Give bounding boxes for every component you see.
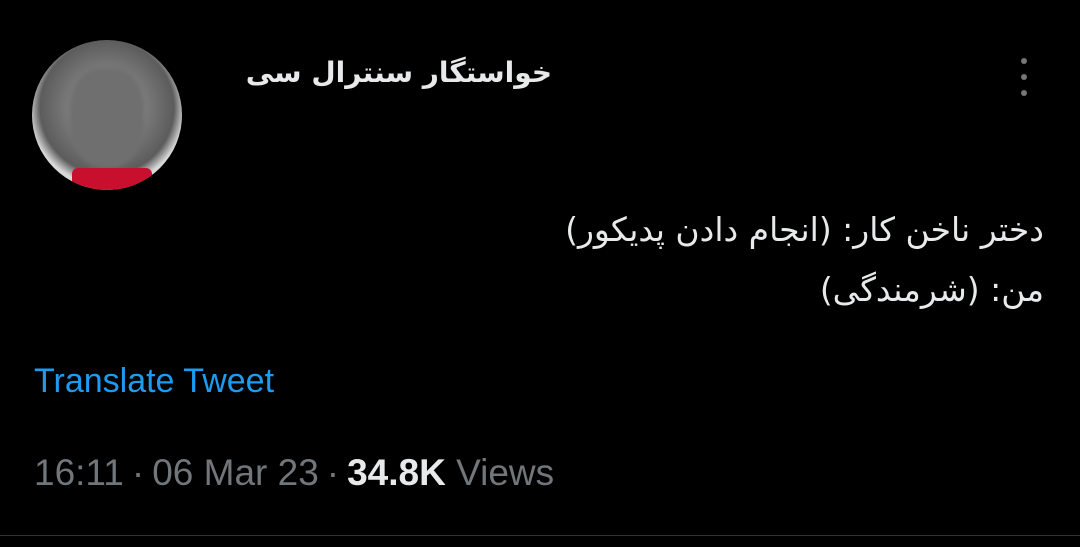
bottom-divider (0, 535, 1080, 536)
tweet-metadata: 16:11 · 06 Mar 23 · 34.8K Views (34, 452, 554, 494)
tweet-date[interactable]: 06 Mar 23 (152, 452, 319, 493)
more-vertical-icon (1021, 58, 1027, 64)
more-dot-2 (1021, 74, 1027, 80)
more-options-button[interactable] (1012, 58, 1036, 96)
separator-dot: · (131, 452, 145, 493)
user-avatar-icon[interactable] (32, 40, 182, 190)
avatar-face (70, 68, 144, 168)
tweet-time[interactable]: 16:11 (34, 452, 124, 493)
separator-dot: · (326, 452, 340, 493)
tweet-text: دختر ناخن کار: (انجام دادن پدیکور) من: (… (344, 200, 1044, 320)
author-display-name[interactable]: خواستگار سنترال سی (246, 56, 552, 89)
tweet-text-line-2: من: (شرمندگی) (819, 270, 1044, 309)
translate-tweet-link[interactable]: Translate Tweet (34, 362, 274, 401)
tweet-text-line-1: دختر ناخن کار: (انجام دادن پدیکور) (565, 210, 1044, 249)
views-count: 34.8K (347, 452, 446, 493)
avatar-shirt (72, 168, 152, 190)
more-dot-3 (1021, 90, 1027, 96)
views-label[interactable]: Views (456, 452, 554, 493)
